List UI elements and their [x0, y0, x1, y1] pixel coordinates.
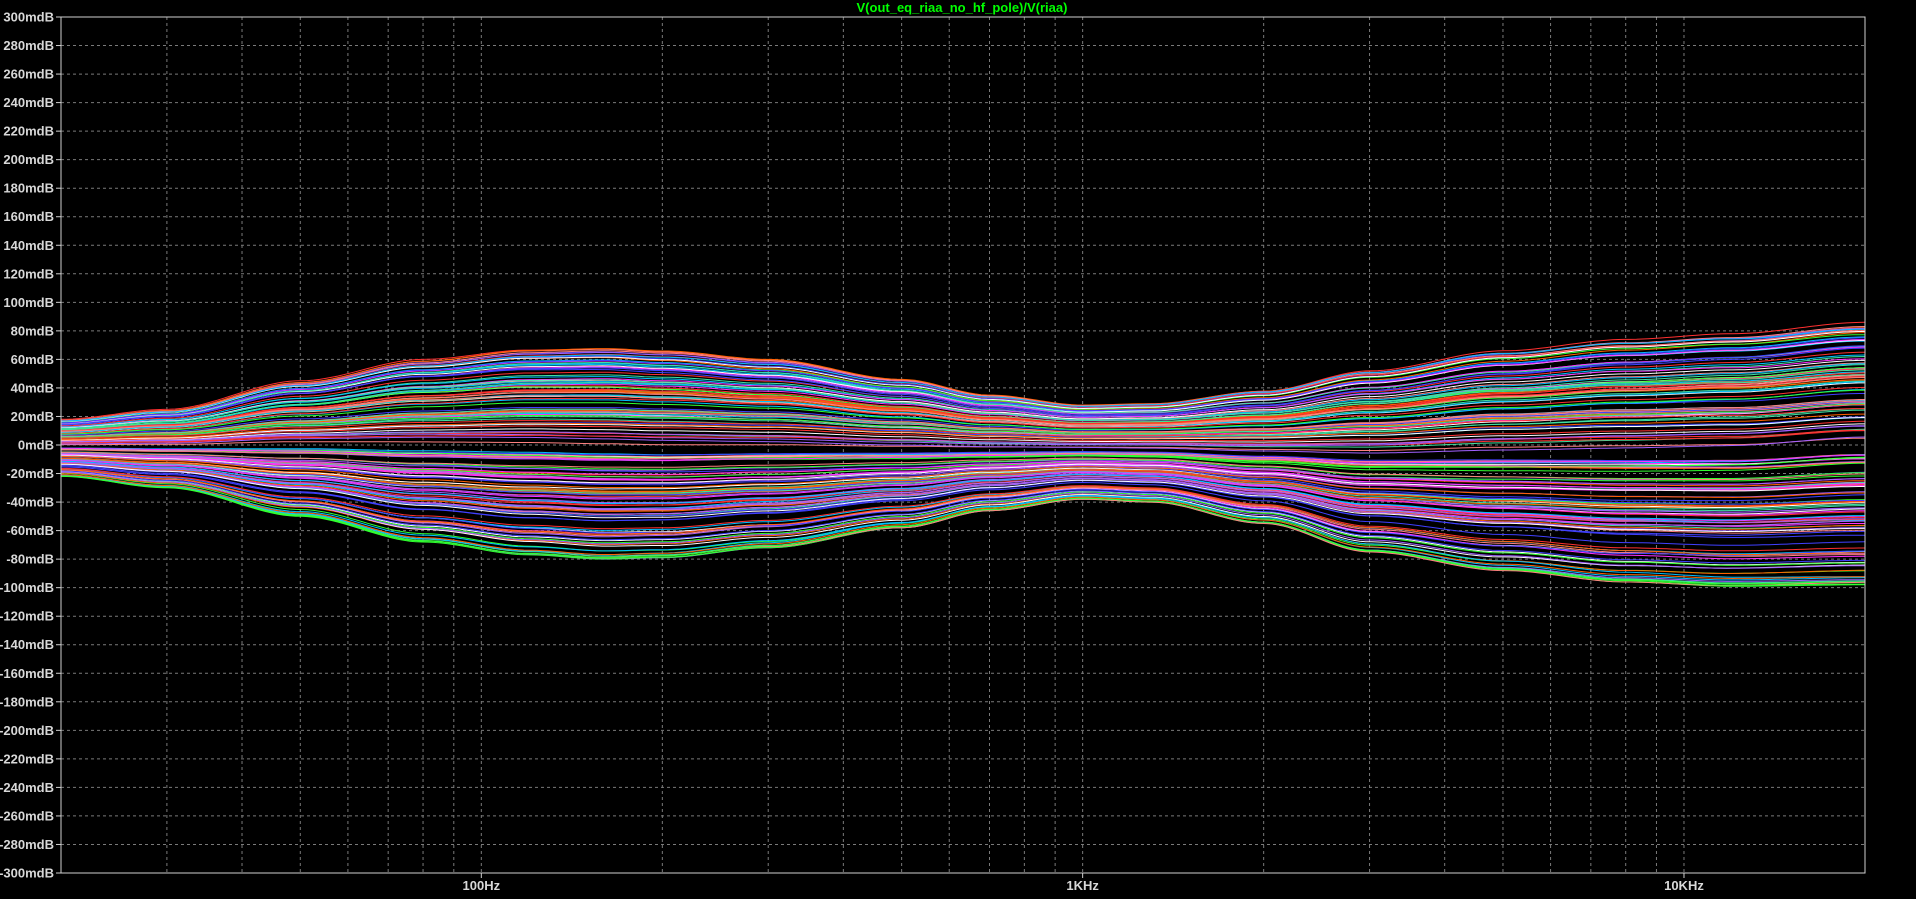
y-tick-label: 180mdB	[3, 181, 54, 196]
x-tick-label: 1KHz	[1066, 878, 1099, 893]
y-tick-label: 240mdB	[3, 95, 54, 110]
y-tick-label: -20mdB	[6, 466, 54, 481]
y-tick-label: 80mdB	[11, 323, 54, 338]
y-tick-label: -120mdB	[0, 609, 54, 624]
y-tick-label: -300mdB	[0, 866, 54, 881]
y-tick-label: -80mdB	[6, 552, 54, 567]
y-tick-label: -220mdB	[0, 751, 54, 766]
y-tick-label: -60mdB	[6, 523, 54, 538]
y-tick-label: -260mdB	[0, 808, 54, 823]
bode-plot: V(out_eq_riaa_no_hf_pole)/V(riaa) 300mdB…	[0, 0, 1916, 899]
y-tick-label: 160mdB	[3, 209, 54, 224]
y-tick-label: 0mdB	[18, 438, 54, 453]
y-tick-label: 100mdB	[3, 295, 54, 310]
y-tick-label: -240mdB	[0, 780, 54, 795]
y-tick-label: -40mdB	[6, 495, 54, 510]
y-tick-label: 40mdB	[11, 380, 54, 395]
y-tick-label: -280mdB	[0, 837, 54, 852]
y-tick-label: 280mdB	[3, 38, 54, 53]
x-tick-label: 100Hz	[463, 878, 501, 893]
y-tick-label: 260mdB	[3, 67, 54, 82]
y-tick-label: 200mdB	[3, 152, 54, 167]
y-tick-label: 20mdB	[11, 409, 54, 424]
y-tick-label: 120mdB	[3, 266, 54, 281]
y-tick-label: -200mdB	[0, 723, 54, 738]
y-tick-label: -160mdB	[0, 666, 54, 681]
y-tick-label: 220mdB	[3, 124, 54, 139]
chart-title: V(out_eq_riaa_no_hf_pole)/V(riaa)	[857, 0, 1068, 15]
x-tick-label: 10KHz	[1664, 878, 1704, 893]
y-tick-label: -140mdB	[0, 637, 54, 652]
y-tick-label: 60mdB	[11, 352, 54, 367]
y-tick-label: 140mdB	[3, 238, 54, 253]
y-tick-label: -180mdB	[0, 694, 54, 709]
y-tick-label: 300mdB	[3, 10, 54, 25]
y-tick-label: -100mdB	[0, 580, 54, 595]
